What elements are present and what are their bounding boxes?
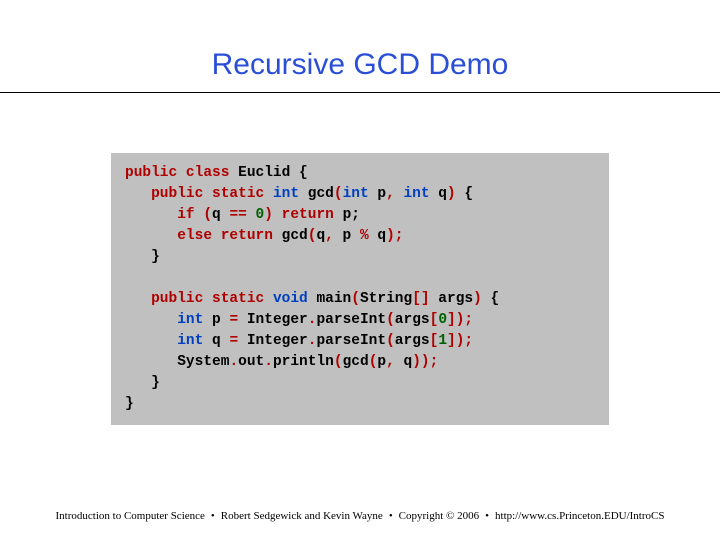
code-token: 1	[438, 333, 447, 349]
code-token: println	[273, 354, 334, 370]
code-token: }	[125, 396, 134, 412]
code-token: )	[264, 207, 273, 223]
code-token: parseInt	[316, 333, 386, 349]
code-token: public static	[151, 186, 273, 202]
code-token: int	[343, 186, 369, 202]
code-token: p	[334, 207, 351, 223]
code-token: [	[430, 312, 439, 328]
code-token: q	[203, 333, 229, 349]
code-token: ,	[386, 354, 395, 370]
code-token: (	[203, 207, 212, 223]
code-token: {	[482, 291, 499, 307]
code-token: );	[386, 228, 403, 244]
code-token: .	[264, 354, 273, 370]
code-token: ==	[229, 207, 246, 223]
code-token: int	[177, 312, 203, 328]
code-token: (	[334, 354, 343, 370]
code-token: =	[229, 312, 238, 328]
code-token: .	[229, 354, 238, 370]
code-token: 0	[438, 312, 447, 328]
code-token: out	[238, 354, 264, 370]
code-token: ]);	[447, 333, 473, 349]
code-token: String	[360, 291, 412, 307]
footer-copyright: Copyright © 2006	[399, 510, 479, 522]
code-token: gcd	[343, 354, 369, 370]
code-block: public class Euclid { public static int …	[111, 153, 609, 425]
footer-sep: •	[205, 510, 221, 522]
code-token: System	[177, 354, 229, 370]
code-token: ,	[386, 186, 395, 202]
footer-sep: •	[479, 510, 495, 522]
code-token: =	[229, 333, 238, 349]
slide-title: Recursive GCD Demo	[0, 0, 720, 92]
code-token: ;	[351, 207, 360, 223]
footer-sep: •	[383, 510, 399, 522]
footer-authors: Robert Sedgewick and Kevin Wayne	[221, 510, 383, 522]
code-token: void	[273, 291, 308, 307]
code-token: p	[203, 312, 229, 328]
code-token: else return	[177, 228, 273, 244]
code-token: {	[299, 165, 308, 181]
code-token: Integer	[238, 333, 308, 349]
code-token: if	[177, 207, 203, 223]
code-token: ]);	[447, 312, 473, 328]
code-token: gcd	[273, 228, 308, 244]
code-token: []	[412, 291, 429, 307]
code-token: (	[386, 312, 395, 328]
code-token: {	[456, 186, 473, 202]
code-token: ));	[412, 354, 438, 370]
code-token: args	[395, 333, 430, 349]
code-token: Euclid	[229, 165, 299, 181]
code-token: q	[395, 354, 412, 370]
code-token: )	[447, 186, 456, 202]
title-divider	[0, 92, 720, 93]
code-token: args	[395, 312, 430, 328]
code-token: int	[395, 186, 430, 202]
code-token: q	[369, 228, 386, 244]
code-token: main	[308, 291, 352, 307]
code-token: int	[273, 186, 299, 202]
code-token: %	[360, 228, 369, 244]
code-token: (	[386, 333, 395, 349]
code-token: Integer	[238, 312, 308, 328]
code-token: 0	[247, 207, 264, 223]
code-token: )	[473, 291, 482, 307]
code-token: }	[151, 375, 160, 391]
footer: Introduction to Computer Science•Robert …	[0, 510, 720, 522]
code-token: p	[334, 228, 360, 244]
code-token: return	[273, 207, 334, 223]
code-token: (	[351, 291, 360, 307]
code-token: args	[430, 291, 474, 307]
code-token: p	[377, 354, 386, 370]
code-token: q	[430, 186, 447, 202]
code-token: public static	[151, 291, 273, 307]
code-token: q	[212, 207, 229, 223]
footer-course: Introduction to Computer Science	[56, 510, 205, 522]
code-token: (	[334, 186, 343, 202]
footer-url: http://www.cs.Princeton.EDU/IntroCS	[495, 510, 664, 522]
code-token: parseInt	[316, 312, 386, 328]
code-token: int	[177, 333, 203, 349]
code-token: ,	[325, 228, 334, 244]
code-token: }	[151, 249, 160, 265]
code-token: q	[316, 228, 325, 244]
code-token: gcd	[299, 186, 334, 202]
code-token: p	[369, 186, 386, 202]
code-token: public class	[125, 165, 229, 181]
code-token: [	[430, 333, 439, 349]
